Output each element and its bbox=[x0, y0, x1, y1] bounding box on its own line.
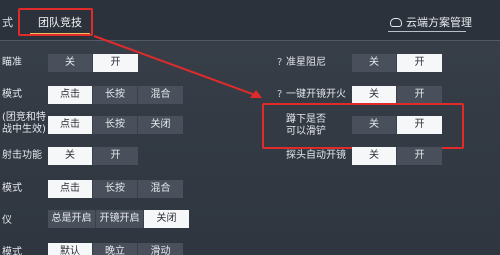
annotation-arrow bbox=[93, 35, 262, 98]
settings-screen: 式 团队竞技 云端方案管理 瞄准 关 开 模式 点击 长按 混合 (团竞和特 战… bbox=[0, 0, 500, 255]
